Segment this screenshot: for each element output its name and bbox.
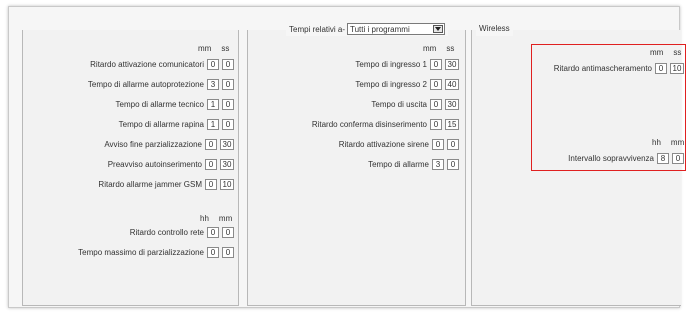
field-label: Tempo di allarme rapina — [118, 119, 204, 129]
field-label: Intervallo sopravvivenza — [568, 153, 654, 163]
field-label: Tempo di ingresso 1 — [355, 59, 427, 69]
row-tempo-massimo-parzializzazione: Tempo massimo di parzializzazione 0 0 — [78, 246, 234, 258]
seconds-input[interactable]: 0 — [222, 78, 234, 90]
seconds-input[interactable]: 10 — [220, 178, 234, 190]
field-label: Tempo di ingresso 2 — [355, 79, 427, 89]
minutes-input[interactable]: 0 — [207, 58, 219, 70]
seconds-input[interactable]: 30 — [220, 158, 234, 170]
seconds-input[interactable]: 30 — [220, 138, 234, 150]
row-avviso-fine-parzializzazione: Avviso fine parzializzazione 0 30 — [104, 138, 234, 150]
row-ritardo-controllo-rete: Ritardo controllo rete 0 0 — [130, 226, 234, 238]
row-tempo-allarme: Tempo di allarme 3 0 — [368, 158, 459, 170]
field-label: Ritardo conferma disinserimento — [311, 119, 427, 129]
row-intervallo-sopravvivenza: Intervallo sopravvivenza 8 0 — [568, 152, 684, 164]
field-label: Tempo di allarme — [368, 159, 429, 169]
minutes-input[interactable]: 0 — [205, 178, 217, 190]
seconds-input[interactable]: 40 — [445, 78, 459, 90]
minutes-input[interactable]: 0 — [222, 226, 234, 238]
seconds-input[interactable]: 0 — [222, 118, 234, 130]
unit-label: mm — [218, 214, 233, 223]
field-label: Ritardo antimascheramento — [553, 63, 652, 73]
hours-input[interactable]: 8 — [657, 152, 669, 164]
tempi-label: Tempi relativi a- — [289, 24, 346, 34]
unit-label: mm — [198, 44, 212, 53]
field-label: Ritardo attivazione comunicatori — [90, 59, 204, 69]
row-ritardo-conferma-disinserimento: Ritardo conferma disinserimento 0 15 — [312, 118, 459, 130]
program-select-value: Tutti i programmi — [350, 24, 410, 34]
seconds-input[interactable]: 0 — [447, 138, 459, 150]
row-tempo-allarme-tecnico: Tempo di allarme tecnico 1 0 — [116, 98, 234, 110]
field-label: Tempo di allarme tecnico — [115, 99, 204, 109]
unit-label: hh — [652, 138, 661, 147]
hours-input[interactable]: 0 — [207, 226, 219, 238]
minutes-input[interactable]: 0 — [205, 158, 217, 170]
row-preavviso-autoinserimento: Preavviso autoinserimento 0 30 — [108, 158, 234, 170]
field-label: Tempo di uscita — [371, 99, 427, 109]
minutes-input[interactable]: 0 — [430, 58, 442, 70]
unit-label: mm — [423, 44, 437, 53]
minutes-input[interactable]: 3 — [432, 158, 444, 170]
minutes-input[interactable]: 0 — [205, 138, 217, 150]
field-label: Ritardo attivazione sirene — [338, 139, 429, 149]
middle-units: mm ss — [423, 44, 454, 54]
program-select[interactable]: Tutti i programmi — [347, 23, 446, 35]
row-tempo-ingresso-1: Tempo di ingresso 1 0 30 — [355, 58, 459, 70]
unit-label: ss — [221, 44, 230, 53]
right-units-top: mm ss — [650, 48, 681, 58]
field-label: Ritardo controllo rete — [129, 227, 204, 237]
field-label: Tempo di allarme autoprotezione — [87, 79, 204, 89]
wireless-legend: Wireless — [476, 22, 513, 36]
seconds-input[interactable]: 0 — [222, 98, 234, 110]
row-ritardo-allarme-jammer: Ritardo allarme jammer GSM 0 10 — [98, 178, 234, 190]
row-tempo-allarme-rapina: Tempo di allarme rapina 1 0 — [119, 118, 234, 130]
seconds-input[interactable]: 15 — [445, 118, 459, 130]
unit-label: ss — [673, 48, 682, 57]
right-units-bottom: hh mm — [652, 138, 684, 148]
row-tempo-allarme-autoprotezione: Tempo di allarme autoprotezione 3 0 — [88, 78, 234, 90]
seconds-input[interactable]: 0 — [222, 58, 234, 70]
unit-label: ss — [446, 44, 455, 53]
unit-label: hh — [200, 214, 209, 223]
field-label: Tempo massimo di parzializzazione — [78, 247, 204, 257]
minutes-input[interactable]: 0 — [430, 98, 442, 110]
unit-label: mm — [650, 48, 664, 57]
row-ritardo-attivazione-sirene: Ritardo attivazione sirene 0 0 — [339, 138, 459, 150]
minutes-input[interactable]: 0 — [672, 152, 684, 164]
row-tempo-uscita: Tempo di uscita 0 30 — [371, 98, 459, 110]
row-tempo-ingresso-2: Tempo di ingresso 2 0 40 — [355, 78, 459, 90]
seconds-input[interactable]: 10 — [670, 62, 684, 74]
minutes-input[interactable]: 0 — [222, 246, 234, 258]
left-units-top: mm ss — [198, 44, 229, 54]
minutes-input[interactable]: 0 — [430, 78, 442, 90]
unit-label: mm — [670, 138, 685, 147]
row-ritardo-attivazione-comunicatori: Ritardo attivazione comunicatori 0 0 — [90, 58, 234, 70]
seconds-input[interactable]: 30 — [445, 98, 459, 110]
program-selector-group: Tempi relativi a- Tutti i programmi — [286, 22, 449, 36]
field-label: Avviso fine parzializzazione — [104, 139, 202, 149]
minutes-input[interactable]: 0 — [655, 62, 667, 74]
minutes-input[interactable]: 1 — [207, 118, 219, 130]
field-label: Ritardo allarme jammer GSM — [98, 179, 202, 189]
row-ritardo-antimascheramento: Ritardo antimascheramento 0 10 — [554, 62, 684, 74]
minutes-input[interactable]: 0 — [430, 118, 442, 130]
minutes-input[interactable]: 0 — [432, 138, 444, 150]
seconds-input[interactable]: 30 — [445, 58, 459, 70]
minutes-input[interactable]: 1 — [207, 98, 219, 110]
minutes-input[interactable]: 3 — [207, 78, 219, 90]
chevron-down-icon[interactable] — [433, 25, 444, 33]
seconds-input[interactable]: 0 — [447, 158, 459, 170]
hours-input[interactable]: 0 — [207, 246, 219, 258]
field-label: Preavviso autoinserimento — [107, 159, 202, 169]
left-units-bottom: hh mm — [200, 214, 232, 224]
